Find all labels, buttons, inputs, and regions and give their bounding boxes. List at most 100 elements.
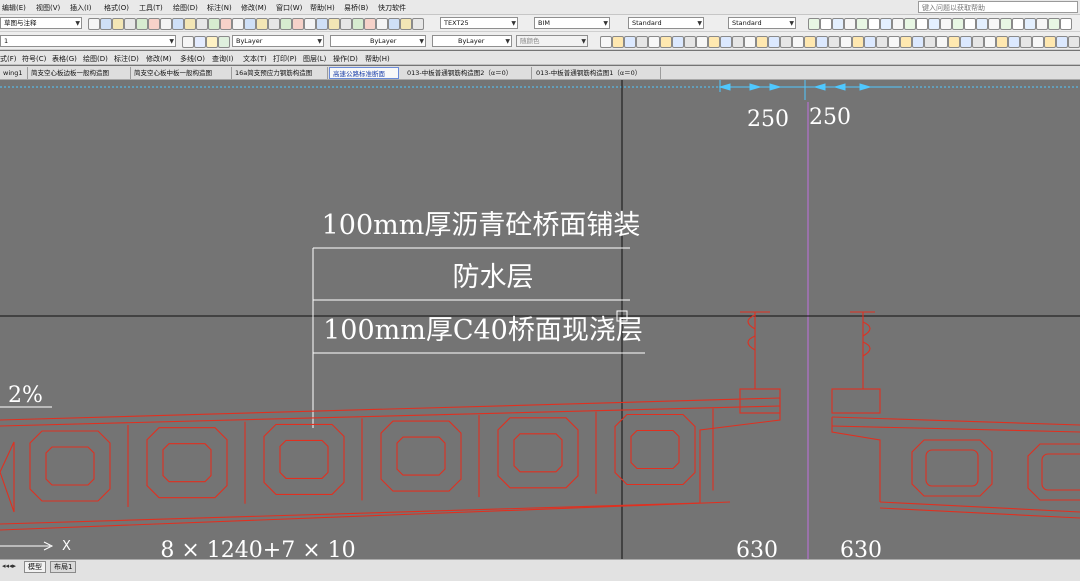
drawing-canvas[interactable]: 250 250 100mm厚沥青砼桥面铺装 防水层 100mm厚C40桥面现浇层… [0, 80, 1080, 559]
ortho-icon[interactable] [1020, 36, 1032, 48]
color-dropdown[interactable]: ByLayer ▼ [232, 35, 324, 47]
layer-manager-icon[interactable] [182, 36, 194, 48]
polar-icon[interactable] [1032, 36, 1044, 48]
dim-front-icon[interactable] [900, 36, 912, 48]
polar-icon[interactable] [792, 36, 804, 48]
menu-item-dimension[interactable]: 标注(N) [207, 3, 232, 13]
menu-item-help[interactable]: 帮助(H) [310, 3, 335, 13]
menu-item-modify[interactable]: 修改(M) [241, 3, 267, 13]
send-under-icon[interactable] [636, 36, 648, 48]
new-file-icon[interactable] [352, 18, 364, 30]
linetype-dropdown[interactable]: ByLayer ▼ [330, 35, 426, 47]
menu-item-edit[interactable]: 编辑(E) [2, 3, 26, 13]
menu-item-window[interactable]: 窗口(W) [276, 3, 302, 13]
cut-icon[interactable] [148, 18, 160, 30]
inquiry-icon[interactable] [924, 36, 936, 48]
osnap-icon[interactable] [804, 36, 816, 48]
cut-icon[interactable] [412, 18, 424, 30]
continue-dim-icon[interactable] [928, 18, 940, 30]
id-point-icon[interactable] [984, 36, 996, 48]
snap-icon[interactable] [756, 36, 768, 48]
jogged-dim-icon[interactable] [868, 18, 880, 30]
new-file-icon[interactable] [88, 18, 100, 30]
menu2-item-print[interactable]: 打印(P) [273, 54, 297, 64]
zoom-icon[interactable] [232, 18, 244, 30]
tolerance-icon[interactable] [964, 18, 976, 30]
osnap-icon[interactable] [1044, 36, 1056, 48]
copy-icon[interactable] [160, 18, 172, 30]
send-back-icon[interactable] [612, 36, 624, 48]
file-tab[interactable]: 013-中板普通钢筋构造图1（α＝0） [533, 67, 661, 79]
inquiry-icon[interactable] [684, 36, 696, 48]
distance-icon[interactable] [696, 36, 708, 48]
file-tab[interactable]: 16a简支预应力钢筋构造图 [232, 67, 328, 79]
help-search-input[interactable]: 键入问题以获取帮助 [918, 1, 1078, 13]
open-icon[interactable] [364, 18, 376, 30]
calculator-icon[interactable] [328, 18, 340, 30]
print-icon[interactable] [124, 18, 136, 30]
text-front-icon[interactable] [888, 36, 900, 48]
dim-update-icon[interactable] [1036, 18, 1048, 30]
menu2-item-table[interactable]: 表格(G) [52, 54, 77, 64]
layer-previous-icon[interactable] [194, 36, 206, 48]
layout-tab-layout1[interactable]: 布局1 [50, 561, 77, 573]
file-tab[interactable]: 简支空心板边板一般构造图 [28, 67, 131, 79]
linear-dim-icon[interactable] [1048, 18, 1060, 30]
baseline-dim-icon[interactable] [916, 18, 928, 30]
bring-front-icon[interactable] [600, 36, 612, 48]
list-icon[interactable] [732, 36, 744, 48]
otrack-icon[interactable] [1056, 36, 1068, 48]
preview-icon[interactable] [400, 18, 412, 30]
file-tab[interactable]: 013-中板普通钢筋构造图2（α＝0） [404, 67, 532, 79]
region-icon[interactable] [720, 36, 732, 48]
table-style-dropdown[interactable]: Standard ▼ [628, 17, 704, 29]
match-properties-icon[interactable] [184, 18, 196, 30]
ortho-icon[interactable] [780, 36, 792, 48]
help-icon[interactable] [340, 18, 352, 30]
text-front-icon[interactable] [648, 36, 660, 48]
markup-icon[interactable] [316, 18, 328, 30]
ordinate-dim-icon[interactable] [844, 18, 856, 30]
design-center-icon[interactable] [280, 18, 292, 30]
distance-icon[interactable] [936, 36, 948, 48]
grid-icon[interactable] [1008, 36, 1020, 48]
menu-item-format[interactable]: 格式(O) [104, 3, 129, 13]
make-current-icon[interactable] [218, 36, 230, 48]
area-icon[interactable] [948, 36, 960, 48]
menu2-item-multiline[interactable]: 多线(O) [180, 54, 205, 64]
menu2-item-style[interactable]: 式(F) [0, 54, 17, 64]
dim-text-edit-icon[interactable] [1024, 18, 1036, 30]
bring-above-icon[interactable] [864, 36, 876, 48]
multileader-style-dropdown[interactable]: Standard ▼ [728, 17, 796, 29]
id-point-icon[interactable] [744, 36, 756, 48]
workspace-dropdown[interactable]: 草图与注释 ▼ [0, 17, 82, 29]
angular-dim-icon[interactable] [892, 18, 904, 30]
layer-state-icon[interactable] [206, 36, 218, 48]
menu2-item-draw[interactable]: 绘图(D) [83, 54, 108, 64]
menu2-item-operation[interactable]: 操作(D) [333, 54, 358, 64]
pan-icon[interactable] [220, 18, 232, 30]
menu2-item-layer[interactable]: 图层(L) [303, 54, 326, 64]
dim-space-icon[interactable] [940, 18, 952, 30]
file-tab[interactable]: wing1 [0, 67, 28, 79]
open-icon[interactable] [100, 18, 112, 30]
menu-item-view[interactable]: 视图(V) [36, 3, 60, 13]
bring-above-icon[interactable] [624, 36, 636, 48]
menu-item-yiqiao[interactable]: 易桥(B) [344, 3, 368, 13]
dim-style-dropdown[interactable]: BIM ▼ [534, 17, 610, 29]
aligned-dim-icon[interactable] [820, 18, 832, 30]
tool-palette-icon[interactable] [292, 18, 304, 30]
otrack-icon[interactable] [816, 36, 828, 48]
quick-dim-icon[interactable] [904, 18, 916, 30]
region-icon[interactable] [960, 36, 972, 48]
diameter-dim-icon[interactable] [880, 18, 892, 30]
area-icon[interactable] [708, 36, 720, 48]
undo-icon[interactable] [196, 18, 208, 30]
file-tab[interactable]: 简支空心板中板一般构造图 [131, 67, 232, 79]
plot-style-dropdown[interactable]: 随颜色 ▼ [516, 35, 588, 47]
radius-dim-icon[interactable] [856, 18, 868, 30]
menu2-item-help[interactable]: 帮助(H) [365, 54, 390, 64]
menu2-item-modify[interactable]: 修改(M) [146, 54, 172, 64]
redo-icon[interactable] [208, 18, 220, 30]
print-icon[interactable] [388, 18, 400, 30]
